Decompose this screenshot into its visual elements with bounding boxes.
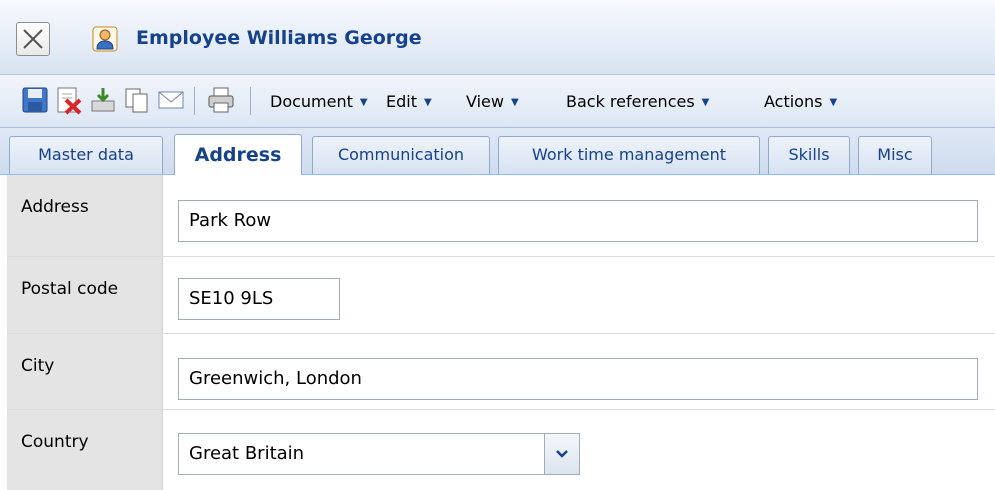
label-cell: City [7, 334, 163, 409]
label-cell: Address [7, 175, 163, 256]
save-icon[interactable] [20, 85, 50, 115]
tab-misc[interactable]: Misc [858, 136, 932, 174]
menu-label: Actions [764, 92, 823, 111]
country-select[interactable]: Great Britain [178, 433, 580, 475]
form-row-city: City Greenwich, London [0, 334, 995, 409]
menu-label: Edit [386, 92, 417, 111]
form-row-address: Address Park Row [0, 175, 995, 256]
window-title: Employee Williams George [136, 27, 422, 49]
chevron-down-icon: ▼ [423, 97, 432, 108]
address-field[interactable]: Park Row [178, 200, 978, 242]
print-icon[interactable] [206, 85, 236, 115]
close-icon[interactable] [16, 22, 50, 56]
chevron-down-icon: ▼ [701, 97, 710, 108]
menu-view[interactable]: View ▼ [466, 92, 519, 111]
email-icon[interactable] [156, 85, 186, 115]
menu-document[interactable]: Document ▼ [270, 92, 368, 111]
chevron-down-icon: ▼ [829, 97, 838, 108]
toolbar-separator [250, 87, 251, 115]
menu-actions[interactable]: Actions ▼ [764, 92, 837, 111]
window-titlebar: Employee Williams George [0, 0, 995, 75]
postal-code-field[interactable]: SE10 9LS [178, 278, 340, 320]
label-cell: Postal code [7, 257, 163, 333]
toolbar: Document ▼ Edit ▼ View ▼ Back references ▼ A… [0, 75, 995, 128]
delete-icon[interactable] [53, 85, 83, 115]
dropdown-button[interactable] [544, 434, 579, 474]
city-label: City [21, 356, 55, 376]
copy-icon[interactable] [122, 85, 152, 115]
tab-work-time-management[interactable]: Work time management [498, 136, 760, 174]
tab-skills[interactable]: Skills [768, 136, 850, 174]
toolbar-separator [194, 87, 195, 115]
address-label: Address [21, 197, 89, 217]
menu-edit[interactable]: Edit ▼ [386, 92, 432, 111]
postal-code-label: Postal code [21, 279, 119, 299]
menu-label: Document [270, 92, 353, 111]
menu-label: View [466, 92, 504, 111]
country-value: Great Britain [189, 443, 305, 464]
tab-address[interactable]: Address [174, 134, 302, 175]
export-icon[interactable] [88, 85, 118, 115]
menu-back-references[interactable]: Back references ▼ [566, 92, 709, 111]
form-row-country: Country Great Britain [0, 410, 995, 490]
tab-strip: Master data Address Communication Work t… [0, 128, 995, 175]
address-form: Address Park Row Postal code SE10 9LS Ci… [0, 175, 995, 490]
tab-master-data[interactable]: Master data [9, 136, 163, 174]
tab-communication[interactable]: Communication [312, 136, 490, 174]
chevron-down-icon: ▼ [510, 97, 519, 108]
chevron-down-icon: ▼ [359, 97, 368, 108]
chevron-down-icon [556, 450, 568, 458]
label-cell: Country [7, 410, 163, 490]
city-field[interactable]: Greenwich, London [178, 358, 978, 400]
menu-label: Back references [566, 92, 695, 111]
country-label: Country [21, 432, 89, 452]
form-row-postal-code: Postal code SE10 9LS [0, 257, 995, 333]
employee-icon [92, 26, 118, 52]
